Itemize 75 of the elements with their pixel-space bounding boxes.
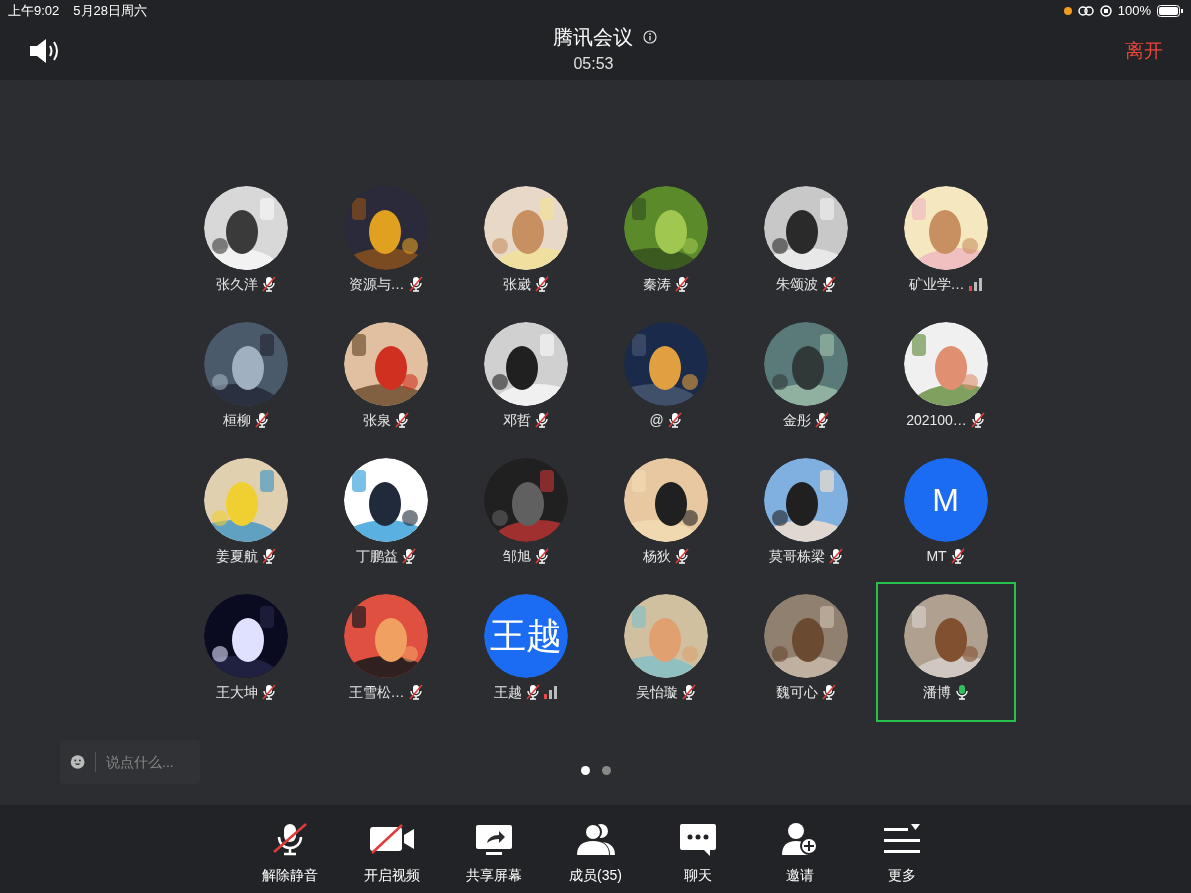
chat-input-box[interactable]: 说点什么... [60, 740, 200, 784]
toolbar-button[interactable]: 解除静音 [239, 821, 340, 886]
participant-name: 姜夏航 [215, 546, 258, 566]
toolbar-button[interactable]: 更多 [851, 821, 952, 886]
participant-name: 杨狄 [642, 546, 671, 566]
muted-mic-icon [821, 276, 836, 292]
muted-mic-icon [261, 548, 276, 564]
muted-mic-icon [394, 412, 409, 428]
muted-mic-icon [261, 276, 276, 292]
status-date: 5月28日周六 [73, 2, 147, 21]
muted-mic-icon [674, 548, 689, 564]
meeting-title: 腾讯会议 [552, 25, 633, 50]
muted-mic-icon [525, 684, 540, 700]
participant-name: 邓哲 [502, 410, 531, 430]
more-menu-icon [881, 822, 922, 856]
muted-mic-icon [814, 412, 829, 428]
muted-mic-icon [408, 276, 423, 292]
toolbar-button[interactable]: 成员(35) [545, 821, 646, 886]
muted-mic-icon [261, 684, 276, 700]
info-icon[interactable] [642, 30, 657, 44]
muted-mic-icon [408, 684, 423, 700]
muted-mic-icon [970, 412, 985, 428]
participant-name: 潘博 [922, 682, 951, 702]
battery-icon [1157, 5, 1183, 17]
participant-name: 张泉 [362, 410, 391, 430]
participant-name: 桓柳 [222, 410, 251, 430]
participant-name: 丁鹏益 [355, 546, 398, 566]
participant-name: 资源与… [348, 274, 405, 294]
muted-mic-icon [821, 684, 836, 700]
muted-mic-icon [667, 412, 682, 428]
muted-mic-icon [534, 548, 549, 564]
participant-name: MT [926, 546, 947, 566]
participant-name: 王雪松… [348, 682, 405, 702]
participant-name: 张久洋 [215, 274, 258, 294]
link-icon [1077, 6, 1094, 16]
participant-name: 莫哥栋梁 [768, 546, 825, 566]
leave-button[interactable]: 离开 [1125, 36, 1163, 66]
chat-icon [677, 822, 718, 856]
chat-input-field[interactable]: 说点什么... [106, 751, 190, 773]
participant-name: @ [649, 410, 664, 430]
status-time: 上午9:02 [8, 2, 60, 21]
muted-mic-icon [950, 548, 965, 564]
toolbar-button[interactable]: 开启视频 [341, 821, 442, 886]
participant-name: 朱颂波 [775, 274, 818, 294]
participant-name: 吴怡璇 [635, 682, 678, 702]
muted-mic-icon [401, 548, 416, 564]
participant-name: 王越 [493, 682, 522, 702]
participant-name: 矿业学… [908, 274, 965, 294]
toolbar-button[interactable]: 邀请 [749, 821, 850, 886]
participant-name: 202100… [906, 410, 967, 430]
muted-mic-icon [254, 412, 269, 428]
battery-percent: 100% [1117, 2, 1151, 21]
toolbar-button[interactable]: 聊天 [647, 821, 748, 886]
muted-mic-icon [828, 548, 843, 564]
emoji-icon [70, 752, 86, 772]
share-screen-icon [473, 822, 514, 856]
participant-name: 张崴 [502, 274, 531, 294]
participant-name: 邹旭 [502, 546, 531, 566]
members-icon [574, 822, 617, 856]
muted-mic-icon [674, 276, 689, 292]
participant-name: 金彤 [782, 410, 811, 430]
signal-icon [543, 685, 558, 699]
toolbar-button[interactable]: 共享屏幕 [443, 821, 544, 886]
muted-mic-icon [681, 684, 696, 700]
participant-tile[interactable]: 潘博 [875, 582, 1016, 722]
participant-name: 王大坤 [215, 682, 258, 702]
signal-icon [968, 277, 983, 291]
participant-name: 秦涛 [642, 274, 671, 294]
muted-mic-icon [534, 276, 549, 292]
muted-mic-icon [534, 412, 549, 428]
mic-icon [954, 684, 969, 700]
avatar: M [903, 458, 988, 542]
meeting-timer: 05:53 [573, 54, 614, 74]
participant-name: 魏可心 [775, 682, 818, 702]
avatar: 王越 [483, 594, 568, 678]
